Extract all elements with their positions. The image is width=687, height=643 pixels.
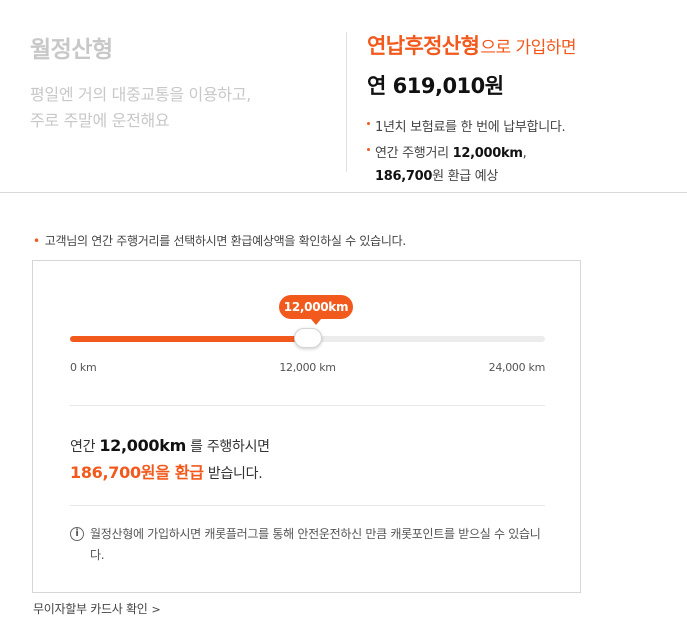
result-line2: 186,700원을 환급 받습니다. <box>70 460 270 487</box>
chevron-right-icon: > <box>151 603 161 616</box>
mileage-slider-track[interactable] <box>70 328 545 348</box>
result-mid: 를 주행하시면 <box>185 439 270 455</box>
monthly-plan-name: 월정산형 <box>30 37 113 63</box>
result-tail: 받습니다. <box>203 466 263 482</box>
tick-max: 24,000 km <box>488 361 546 374</box>
annual-plan-headline-suffix: 으로 가입하면 <box>480 38 577 58</box>
slider-value-bubble: 12,000km <box>279 295 353 325</box>
info-text: 월정산형에 가입하시면 캐롯플러그를 통해 안전운전하신 만큼 캐롯포인트를 받… <box>90 527 541 562</box>
mileage-slider-handle[interactable] <box>293 328 322 348</box>
notice-bullet: • <box>33 234 40 248</box>
installment-card-link[interactable]: 무이자할부 카드사 확인 > <box>33 600 161 617</box>
bullet-refund-comma: , <box>522 146 527 161</box>
mileage-notice: • 고객님의 연간 주행거리를 선택하시면 환급예상액을 확인하실 수 있습니다. <box>33 232 406 249</box>
plan-comparison-header: 월정산형 평일엔 거의 대중교통을 이용하고, 주로 주말에 운전해요 연납후정… <box>0 0 687 193</box>
tick-mid: 12,000 km <box>279 361 336 374</box>
result-pre: 연간 <box>70 439 100 455</box>
bullet-refund-amount: 186,700 <box>375 169 433 184</box>
annual-plan-name: 연납후정산형 <box>367 34 480 58</box>
annual-plan-bullet-refund: 연간 주행거리 12,000km, 186,700원 환급 예상 <box>367 142 677 188</box>
plan-divider <box>346 32 347 172</box>
result-km: 12,000km <box>99 436 186 455</box>
card-divider-top <box>70 405 545 406</box>
refund-result: 연간 12,000km 를 주행하시면 186,700원을 환급 받습니다. <box>70 433 270 487</box>
carrot-point-info: i 월정산형에 가입하시면 캐롯플러그를 통해 안전운전하신 만큼 캐롯포인트를… <box>70 524 550 566</box>
slider-tick-labels: 0 km 12,000 km 24,000 km <box>70 361 545 375</box>
bullet-refund-tail: 원 환급 예상 <box>432 169 499 184</box>
annual-plan-price: 연 619,010원 <box>367 74 504 98</box>
card-divider-bottom <box>70 505 545 506</box>
annual-plan-bullet-payment: 1년치 보험료를 한 번에 납부합니다. <box>367 116 677 139</box>
annual-plan-headline: 연납후정산형으로 가입하면 <box>367 30 677 60</box>
monthly-plan: 월정산형 평일엔 거의 대중교통을 이용하고, 주로 주말에 운전해요 <box>30 30 251 134</box>
monthly-plan-description: 평일엔 거의 대중교통을 이용하고, 주로 주말에 운전해요 <box>30 82 251 134</box>
result-line1: 연간 12,000km 를 주행하시면 <box>70 433 270 460</box>
notice-text: 고객님의 연간 주행거리를 선택하시면 환급예상액을 확인하실 수 있습니다. <box>44 234 406 248</box>
bullet-refund-pre: 연간 주행거리 <box>375 146 453 161</box>
mileage-slider-fill <box>70 336 308 342</box>
bullet-refund-km: 12,000km <box>452 146 523 161</box>
info-icon: i <box>70 527 84 541</box>
monthly-plan-desc-line1: 평일엔 거의 대중교통을 이용하고, <box>30 85 252 104</box>
installment-card-link-label: 무이자할부 카드사 확인 <box>33 602 148 616</box>
annual-plan: 연납후정산형으로 가입하면 연 619,010원 1년치 보험료를 한 번에 납… <box>367 30 677 191</box>
refund-calculator-card: 12,000km 0 km 12,000 km 24,000 km 연간 12,… <box>32 260 581 593</box>
tick-min: 0 km <box>70 361 97 374</box>
monthly-plan-desc-line2: 주로 주말에 운전해요 <box>30 111 170 130</box>
result-refund-amount: 186,700원을 환급 <box>70 463 204 482</box>
annual-plan-bullets: 1년치 보험료를 한 번에 납부합니다. 연간 주행거리 12,000km, 1… <box>367 116 677 188</box>
bullet-payment-text: 1년치 보험료를 한 번에 납부합니다. <box>375 120 566 135</box>
